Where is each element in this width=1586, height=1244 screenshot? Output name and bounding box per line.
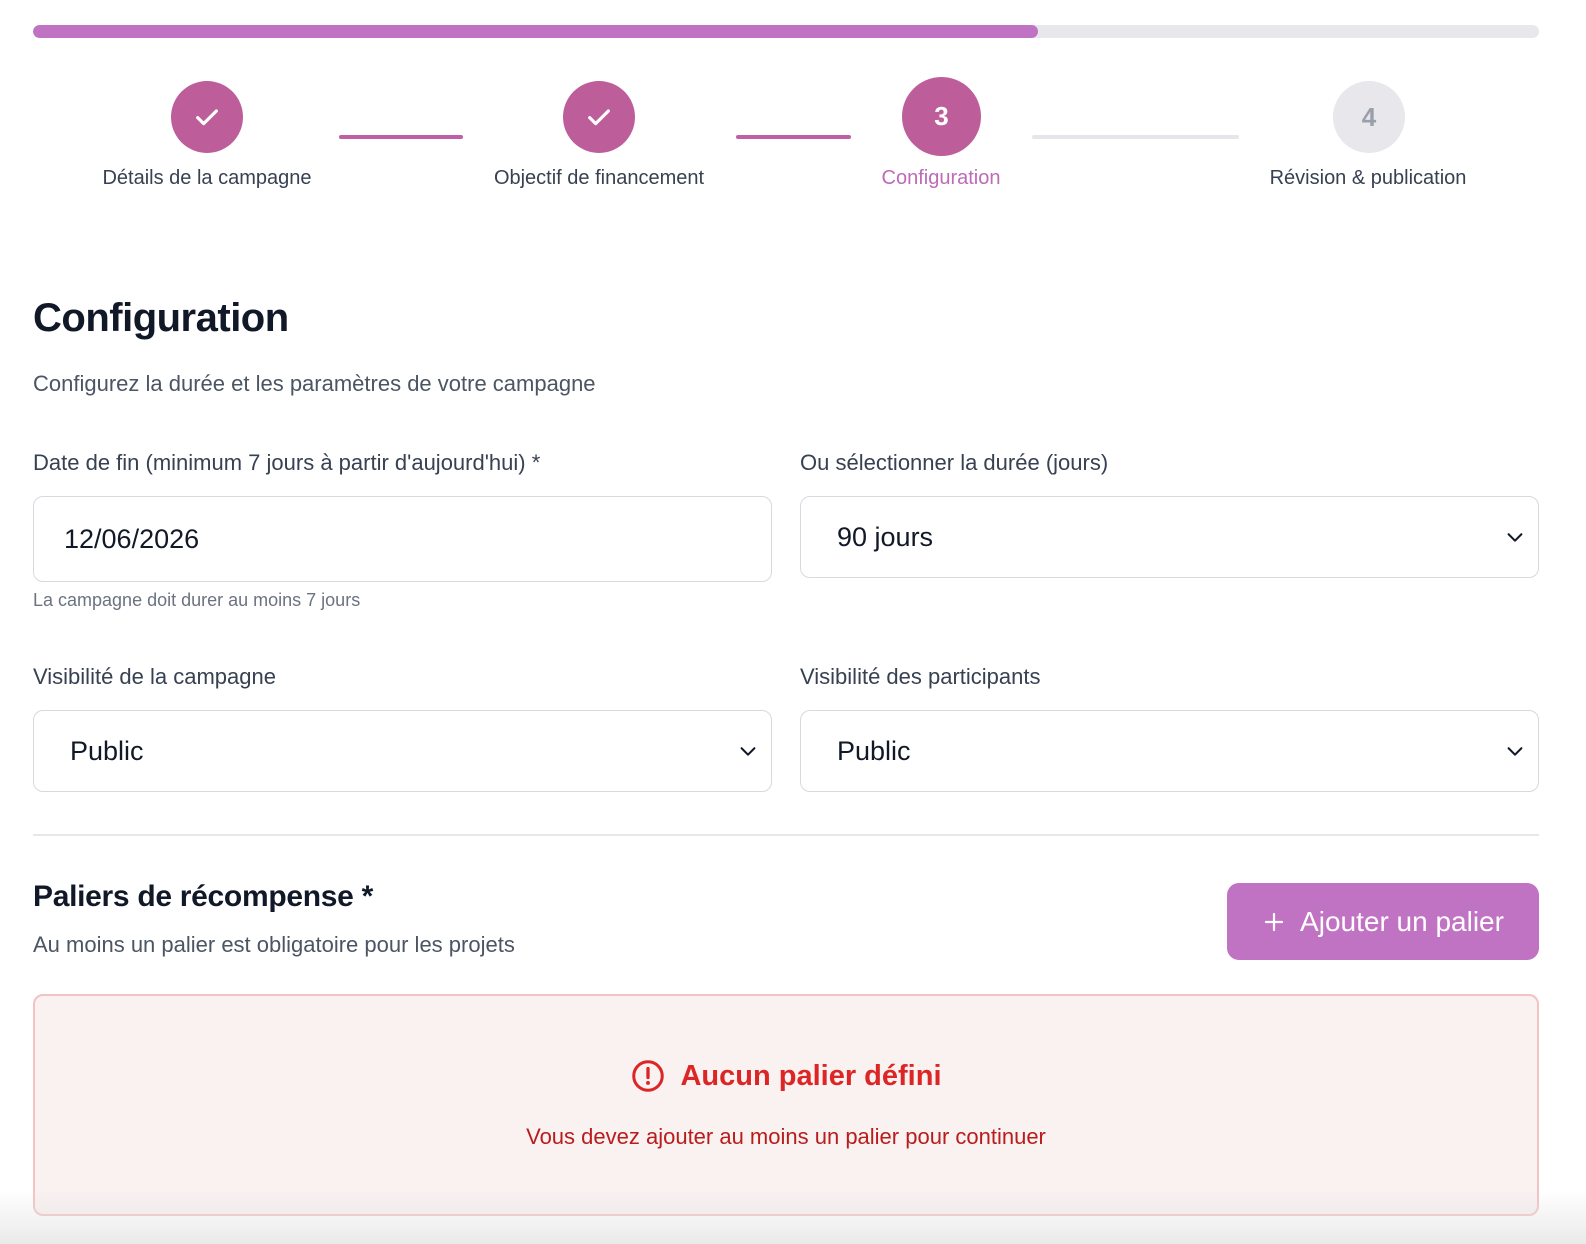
- duration-value: 90 jours: [837, 521, 934, 552]
- empty-tiers-title: Aucun palier défini: [680, 1059, 942, 1092]
- campaign-config-page: Détails de la campagne Objectif de finan…: [0, 0, 1586, 1244]
- page-subtitle: Configurez la durée et les paramètres de…: [33, 371, 596, 396]
- duration-label: Ou sélectionner la durée (jours): [800, 450, 1109, 475]
- step-2-label: Objectif de financement: [493, 167, 705, 189]
- step-4-label: Révision & publication: [1269, 167, 1467, 189]
- add-tier-button-label: Ajouter un palier: [1300, 905, 1504, 937]
- empty-tiers-message: Vous devez ajouter au moins un palier po…: [526, 1124, 1046, 1149]
- tiers-title: Paliers de récompense *: [33, 880, 373, 913]
- check-icon: [196, 109, 218, 126]
- step-4-marker: 4: [1333, 81, 1405, 153]
- campaign-visibility-value: Public: [70, 735, 144, 766]
- campaign-visibility-select[interactable]: Public: [33, 710, 772, 792]
- end-date-label: Date de fin (minimum 7 jours à partir d'…: [33, 450, 541, 475]
- step-2-check-icon[interactable]: [563, 81, 635, 153]
- participant-visibility-select[interactable]: Public: [800, 710, 1539, 792]
- chevron-down-icon: [740, 747, 756, 756]
- duration-select[interactable]: 90 jours: [800, 496, 1539, 578]
- step-connector-3: [1032, 135, 1239, 139]
- participant-visibility-label: Visibilité des participants: [800, 664, 1041, 689]
- step-1-check-icon[interactable]: [171, 81, 243, 153]
- campaign-visibility-label: Visibilité de la campagne: [33, 664, 276, 689]
- add-tier-button[interactable]: Ajouter un palier: [1227, 883, 1539, 960]
- chevron-down-icon: [1507, 533, 1523, 542]
- step-3-marker: 3: [902, 77, 981, 156]
- end-date-input[interactable]: 12/06/2026: [33, 496, 772, 582]
- end-date-helper: La campagne doit durer au moins 7 jours: [33, 590, 361, 610]
- plus-icon: [1264, 912, 1284, 931]
- step-connector-2: [736, 135, 851, 139]
- progress-bar: [33, 25, 1539, 38]
- participant-visibility-value: Public: [837, 735, 911, 766]
- chevron-down-icon: [1507, 747, 1523, 756]
- page-title: Configuration: [33, 296, 289, 340]
- empty-tiers-header: Aucun palier défini: [35, 1058, 1537, 1094]
- tiers-subtitle: Au moins un palier est obligatoire pour …: [33, 932, 515, 957]
- empty-tiers-alert: Aucun palier défini Vous devez ajouter a…: [33, 994, 1539, 1216]
- step-connector-1: [339, 135, 463, 139]
- progress-bar-fill: [33, 25, 1038, 38]
- end-date-value: 12/06/2026: [64, 523, 200, 554]
- check-icon: [588, 109, 610, 126]
- section-divider: [33, 834, 1539, 836]
- step-1-label: Détails de la campagne: [102, 167, 312, 189]
- step-3-label: Configuration: [881, 167, 1001, 189]
- alert-circle-icon: [632, 1060, 665, 1092]
